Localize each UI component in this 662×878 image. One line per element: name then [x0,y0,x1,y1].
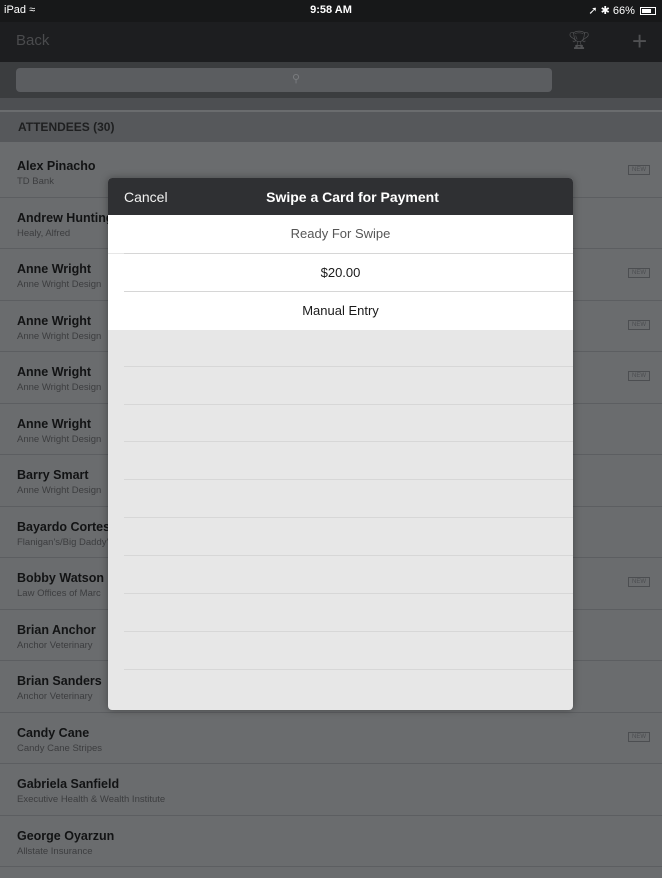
badge-icon: NEW [628,319,650,330]
badge-icon: NEW [628,268,650,278]
attendee-company: Candy Cane Stripes [17,742,103,754]
bluetooth-icon: ✱ [600,5,610,17]
attendee-company: Anne Wright Design [17,485,102,496]
divider [124,517,573,518]
swipe-status: Ready For Swipe [108,215,573,253]
manual-entry-button[interactable]: Manual Entry [108,292,573,330]
attendee-name: Candy Cane [17,725,90,740]
attendee-name: Anne Wright [17,365,92,379]
search-icon: ⚲ [292,73,301,85]
attendee-name: Brian Sanders [17,674,102,688]
attendee-company: Anne Wright Design [17,279,102,290]
manual-entry-label: Manual Entry [302,303,379,318]
divider [124,366,573,367]
modal-header: Cancel Swipe a Card for Payment [108,178,573,215]
divider [124,555,573,556]
attendee-company: Healy, Alfred [17,227,71,239]
divider [124,479,573,480]
list-item[interactable]: Gabriela Sanfield Executive Health & Wea… [0,764,662,816]
attendee-name: Bayardo Cortes [17,519,111,534]
attendee-company: Executive Health & Wealth Institute [17,794,166,805]
trophy-icon[interactable]: 🏆︎ [566,30,592,54]
search-input[interactable]: ⚲ [16,68,552,92]
nav-bar: Back 🏆︎ + [0,22,662,62]
list-item[interactable]: George Oyarzun Allstate Insurance [0,816,662,867]
payment-amount-text: $20.00 [320,265,361,280]
attendee-company: Law Offices of Marc [17,588,101,599]
status-right: ➚ ✱ 66% [588,4,656,17]
divider [124,441,573,442]
attendee-company: Anne Wright Design [17,433,102,445]
attendee-name: Barry Smart [17,468,89,482]
back-button[interactable]: Back [16,32,49,49]
attendee-company: Anchor Veterinary [17,691,93,702]
payment-amount: $20.00 [108,254,573,292]
payment-modal: Cancel Swipe a Card for Payment Ready Fo… [108,178,573,710]
badge-icon: NEW [628,165,650,175]
attendee-company: Anne Wright Design [17,330,102,342]
divider [124,404,573,405]
divider [124,631,573,632]
attendee-company: Flanigan's/Big Daddy's [17,536,114,548]
attendee-company: Allstate Insurance [17,845,93,857]
search-bar-right [614,62,662,98]
attendee-name: Bobby Watson [17,571,105,585]
attendee-company: Anne Wright Design [17,382,102,393]
battery-percent: 66% [612,5,635,17]
location-icon: ➚ [588,5,598,17]
status-bar: iPad ≈ 9:58 AM ➚ ✱ 66% [0,0,662,22]
badge-icon: NEW [628,577,650,587]
attendee-name: Anne Wright [17,313,92,328]
attendees-section-header: ATTENDEES (30) [0,112,662,142]
attendee-name: Brian Anchor [17,622,96,637]
attendee-company: TD Bank [17,176,54,187]
add-button[interactable]: + [632,26,647,57]
badge-icon: NEW [628,371,650,381]
attendee-name: Alex Pinacho [17,159,96,173]
list-item[interactable]: Candy Cane Candy Cane Stripes NEW [0,713,662,764]
attendee-company: Anchor Veterinary [17,639,93,651]
badge-icon: NEW [628,731,650,742]
attendee-name: Anne Wright [17,262,92,276]
section-title: ATTENDEES (30) [18,120,115,134]
search-divider [0,98,662,110]
modal-title: Swipe a Card for Payment [266,189,439,205]
attendee-name: Anne Wright [17,416,92,431]
swipe-status-text: Ready For Swipe [290,226,391,241]
divider [124,669,573,670]
attendee-name: George Oyarzun [17,828,115,843]
attendee-name: Gabriela Sanfield [17,777,120,791]
battery-icon [640,7,656,15]
status-time: 9:58 AM [310,4,352,16]
divider [124,593,573,594]
